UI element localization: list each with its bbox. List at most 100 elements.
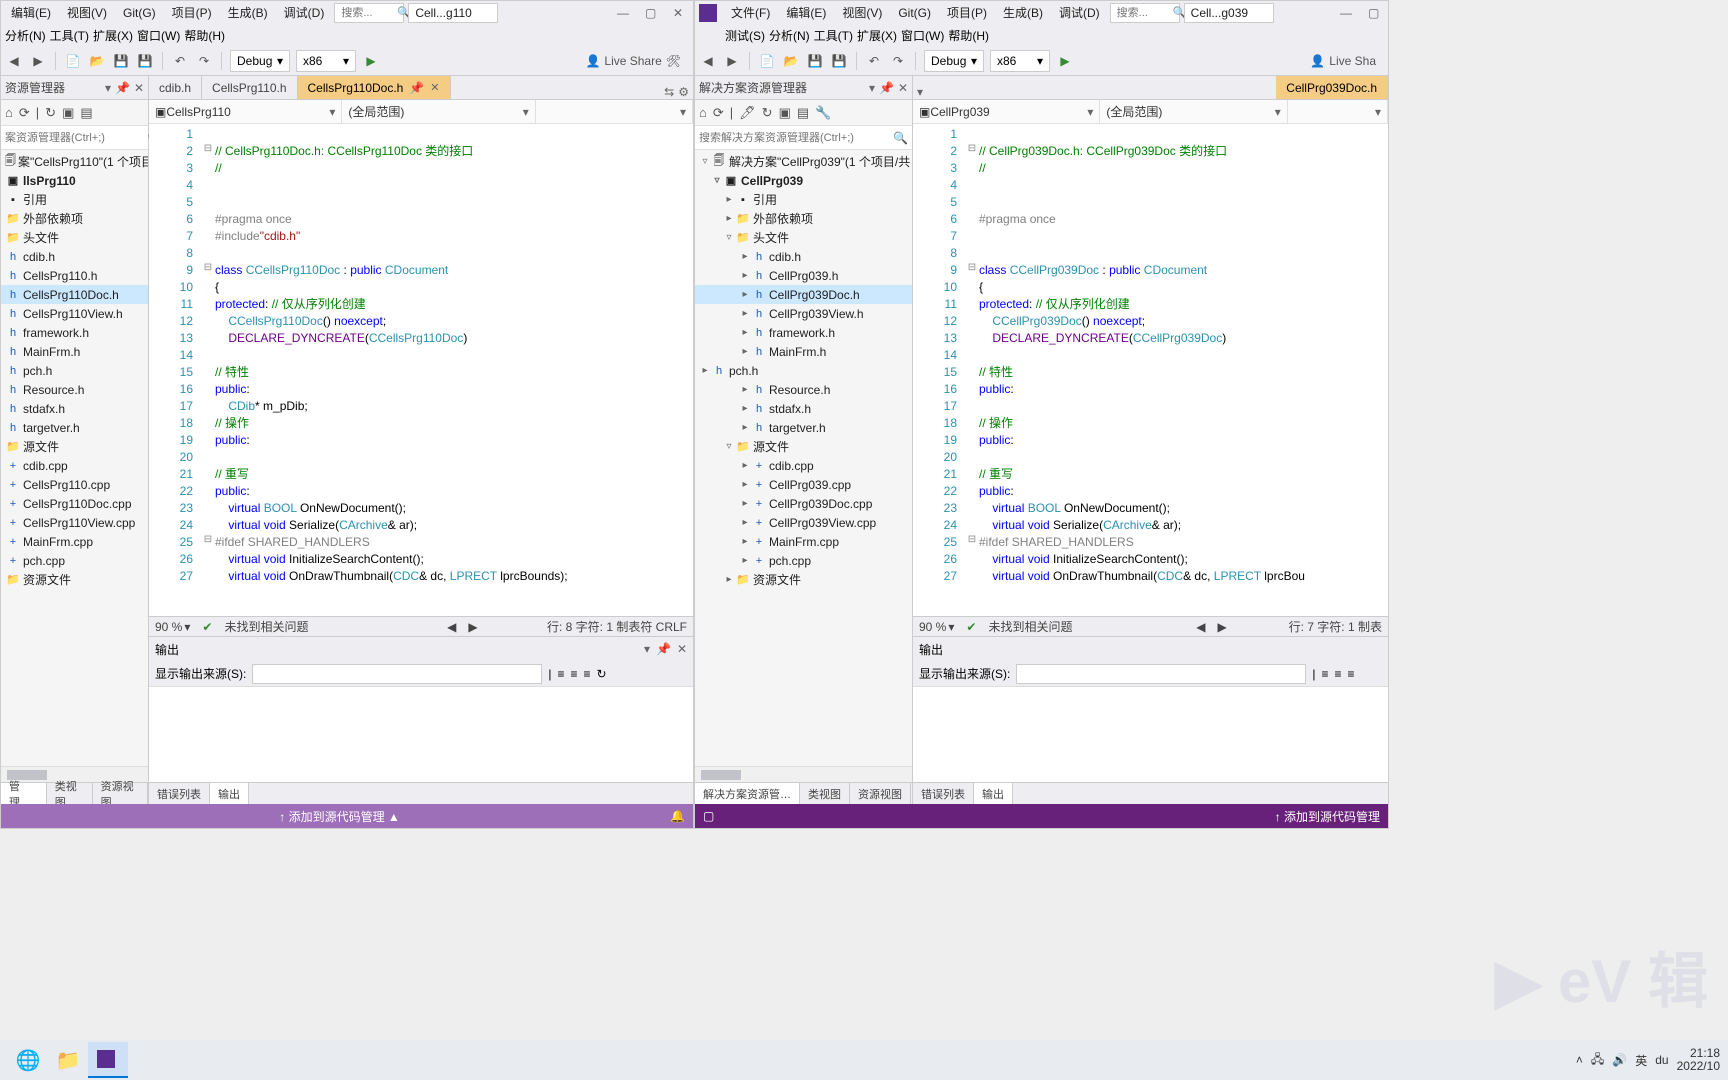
file-item[interactable]: hpch.h [1,361,148,380]
file-item[interactable]: ▸+CellPrg039.cpp [695,475,912,494]
menu-project[interactable]: 项目(P) [941,2,993,23]
menu-tools[interactable]: 工具(T) [50,27,89,44]
open-icon[interactable]: 📂 [88,52,106,70]
collapse-icon[interactable]: ▣ [62,105,74,121]
nav-project[interactable]: ▣ CellPrg039▾ [913,100,1100,123]
dropdown-icon[interactable]: ▾ [644,642,650,656]
close-icon[interactable]: ✕ [430,81,439,94]
search-box[interactable]: 🔍 [334,3,404,23]
file-item[interactable]: hCellsPrg110.h [1,266,148,285]
file-item[interactable]: hframework.h [1,323,148,342]
panel-search[interactable]: 🔍 [695,126,912,150]
minimize-icon[interactable]: — [1334,4,1350,22]
solution-node[interactable]: 🗐案"CellsPrg110"(1 个项目/ [1,152,148,171]
liveshare-button[interactable]: 👤 Live Share 🛠 [585,54,689,68]
output-body[interactable] [913,687,1388,782]
zoom-level[interactable]: 90 % ▾ [919,620,954,634]
sources-node[interactable]: ▿📁源文件 [695,437,912,456]
tab-errorlist[interactable]: 错误列表 [149,783,210,804]
explorer-icon[interactable]: 📁 [48,1042,88,1078]
refresh-icon[interactable]: ⟳ [19,105,30,121]
scroll-right-icon[interactable]: ▶ [1217,620,1226,634]
redo-icon[interactable]: ↷ [195,52,213,70]
project-node[interactable]: ▿▣CellPrg039 [695,171,912,190]
file-item[interactable]: ▸hpch.h [695,361,912,380]
menu-test[interactable]: 测试(S) [725,27,765,44]
file-item[interactable]: hCellsPrg110View.h [1,304,148,323]
sound-icon[interactable]: 🔊 [1612,1053,1627,1067]
file-item[interactable]: ▸hCellPrg039.h [695,266,912,285]
pin-icon[interactable]: 📌 [879,81,894,95]
refresh-icon[interactable]: ⟳ [713,105,724,121]
menu-build[interactable]: 生成(B) [997,2,1049,23]
headers-node[interactable]: 📁头文件 [1,228,148,247]
gear-icon[interactable]: ⚙ [678,85,689,99]
close-icon[interactable]: ✕ [898,81,908,95]
file-item[interactable]: htargetver.h [1,418,148,437]
fold-column[interactable]: ⊟⊟⊟ [201,124,215,616]
scroll-left-icon[interactable]: ◀ [1196,620,1205,634]
dropdown-icon[interactable]: ▾ [917,85,923,99]
output-source-combo[interactable] [1016,664,1306,684]
menu-edit[interactable]: 编辑(E) [780,2,832,23]
file-item[interactable]: +CellsPrg110Doc.cpp [1,494,148,513]
pin-icon[interactable]: 📌 [115,81,130,95]
search-input[interactable] [341,7,391,19]
menu-build[interactable]: 生成(B) [222,2,274,23]
config-combo[interactable]: Debug▾ [924,50,984,72]
tab-errorlist[interactable]: 错误列表 [913,783,974,804]
file-item[interactable]: hstdafx.h [1,399,148,418]
pin-icon[interactable]: 📌 [656,642,671,656]
scroll-left-icon[interactable]: ◀ [447,620,456,634]
menu-help[interactable]: 帮助(H) [184,27,225,44]
file-item[interactable]: hcdib.h [1,247,148,266]
file-item[interactable]: ▸htargetver.h [695,418,912,437]
home-icon[interactable]: ⌂ [5,105,13,120]
scroll-right-icon[interactable]: ▶ [468,620,477,634]
code-lines[interactable]: // CellsPrg110Doc.h: CCellsPrg110Doc 类的接… [215,124,693,616]
file-item[interactable]: ▸hResource.h [695,380,912,399]
tab-output[interactable]: 输出 [974,783,1013,804]
redo-icon[interactable]: ↷ [889,52,907,70]
config-combo[interactable]: Debug▾ [230,50,290,72]
nav-project[interactable]: ▣ CellsPrg110▾ [149,100,342,123]
resources-node[interactable]: 📁资源文件 [1,570,148,589]
ext-node[interactable]: 📁外部依赖项 [1,209,148,228]
save-icon[interactable]: 💾 [806,52,824,70]
tab-file[interactable]: CellsPrg110.h [202,76,297,99]
tab-file[interactable]: cdib.h [149,76,202,99]
clock[interactable]: 21:182022/10 [1677,1047,1720,1073]
back-icon[interactable]: ◀ [5,52,23,70]
file-item[interactable]: hResource.h [1,380,148,399]
showall-icon[interactable]: ▤ [80,105,92,121]
project-node[interactable]: ▣llsPrg110 [1,171,148,190]
panel-search-input[interactable] [699,132,893,144]
refs-node[interactable]: ▸▪引用 [695,190,912,209]
solution-node[interactable]: ▿🗐解决方案"CellPrg039"(1 个项目/共 [695,152,912,171]
nav-member[interactable]: ▾ [1288,100,1388,123]
fwd-icon[interactable]: ▶ [723,52,741,70]
panel-search[interactable]: 🔍 [1,126,148,150]
file-item[interactable]: hCellsPrg110Doc.h [1,285,148,304]
solution-tree[interactable]: 🗐案"CellsPrg110"(1 个项目/ ▣llsPrg110 ▪引用 📁外… [1,150,148,766]
tab-explorer[interactable]: 管理… [1,783,47,804]
output-source-combo[interactable] [252,664,542,684]
file-item[interactable]: ▸+MainFrm.cpp [695,532,912,551]
solution-tree[interactable]: ▿🗐解决方案"CellPrg039"(1 个项目/共 ▿▣CellPrg039 … [695,150,912,766]
menu-analyze[interactable]: 分析(N) [769,27,810,44]
file-item[interactable]: +CellsPrg110.cpp [1,475,148,494]
file-item[interactable]: ▸+pch.cpp [695,551,912,570]
resources-node[interactable]: ▸📁资源文件 [695,570,912,589]
menu-window[interactable]: 窗口(W) [137,27,180,44]
chevron-up-icon[interactable]: ˄ [1576,1053,1583,1067]
maximize-icon[interactable]: ▢ [1362,4,1378,22]
file-item[interactable]: hMainFrm.h [1,342,148,361]
scrollbar-h[interactable] [695,766,912,782]
file-item[interactable]: +MainFrm.cpp [1,532,148,551]
code-editor[interactable]: 1234567891011121314151617181920212223242… [149,124,693,616]
start-icon[interactable]: ▶ [362,52,380,70]
vs-icon[interactable] [88,1042,128,1078]
menu-git[interactable]: Git(G) [117,4,162,22]
home-icon[interactable]: ⌂ [699,105,707,120]
maximize-icon[interactable]: ▢ [639,4,655,22]
